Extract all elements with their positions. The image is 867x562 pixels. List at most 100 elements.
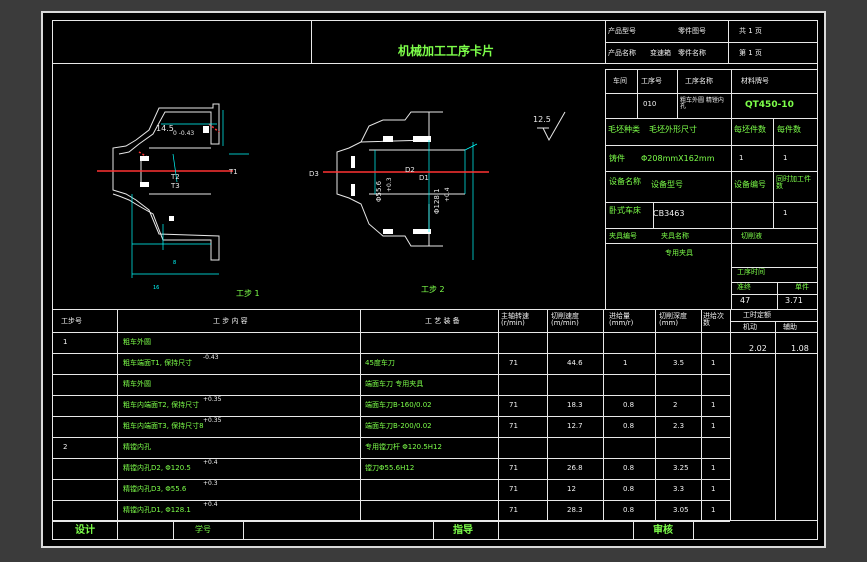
dim-14-5-tolerance: 0 -0.43 bbox=[173, 130, 194, 137]
step-tolerance: -0.43 bbox=[203, 354, 219, 361]
dim-55: Φ55.6 bbox=[375, 180, 383, 202]
dim-8: 8 bbox=[173, 260, 176, 266]
step-equipment: 端面车刀B-160/0.02 bbox=[365, 401, 432, 409]
step-speed: 18.3 bbox=[567, 401, 583, 409]
step-spindle: 71 bbox=[509, 506, 518, 514]
equip-model-value: CB3463 bbox=[653, 209, 685, 218]
unit-time-value: 3.71 bbox=[785, 296, 803, 305]
step-no: 1 bbox=[63, 338, 68, 346]
summary-aux-time: 1.08 bbox=[791, 344, 809, 353]
dim-14-5: 14.5 bbox=[156, 124, 174, 133]
step-equipment: 专用镗刀杆 Φ120.5H12 bbox=[365, 443, 442, 451]
step-content: 粗车端面T1, 保持尺寸 bbox=[123, 359, 193, 367]
blank-size-value: Φ208mmX162mm bbox=[641, 154, 715, 163]
equip-name-label: 设备名称 bbox=[609, 177, 641, 186]
label-t2: T2 bbox=[170, 173, 180, 181]
step-content: 精镗内孔D2, Φ120.5 bbox=[123, 464, 191, 472]
dim-128: Φ128.1 bbox=[433, 188, 441, 214]
fixture-name-value: 专用夹具 bbox=[665, 249, 693, 257]
time-label: 工序时间 bbox=[737, 268, 765, 276]
step-tolerance: +0.35 bbox=[203, 417, 222, 424]
blank-per-label: 每坯件数 bbox=[734, 125, 766, 134]
step-content: 粗车内端面T2, 保持尺寸 bbox=[123, 401, 200, 409]
blank-per-value: 1 bbox=[739, 154, 744, 162]
step2-label: 工步 2 bbox=[421, 285, 445, 294]
step-depth: 2 bbox=[673, 401, 678, 409]
op-name-label: 工序名称 bbox=[685, 77, 713, 85]
step-speed: 26.8 bbox=[567, 464, 583, 472]
blank-type-value: 铸件 bbox=[609, 154, 625, 163]
workshop-value: 010 bbox=[643, 100, 657, 108]
step-no: 2 bbox=[63, 443, 68, 451]
material-value: QT450-10 bbox=[745, 100, 794, 110]
page-number: 第 1 页 bbox=[739, 49, 762, 57]
step-passes: 1 bbox=[711, 485, 716, 493]
footer-guide: 指导 bbox=[453, 525, 473, 536]
simul-value: 1 bbox=[783, 209, 788, 217]
header-passes: 进给次数 bbox=[703, 312, 724, 327]
total-pages: 共 1 页 bbox=[739, 27, 762, 35]
step-equipment: 端面车刀 专用夹具 bbox=[365, 380, 424, 388]
step-tolerance: +0.4 bbox=[203, 459, 218, 466]
label-t1: T1 bbox=[228, 168, 238, 176]
op-no-label: 工序号 bbox=[641, 77, 662, 85]
material-label: 材料牌号 bbox=[741, 77, 769, 85]
blank-type-label: 毛坯种类 bbox=[608, 125, 640, 134]
step-passes: 1 bbox=[711, 506, 716, 514]
step-spindle: 71 bbox=[509, 464, 518, 472]
step-feed: 0.8 bbox=[623, 506, 635, 514]
step-content: 粗车内端面T3, 保持尺寸8 bbox=[123, 422, 204, 430]
part-name-label: 零件名称 bbox=[678, 49, 706, 57]
step-equipment: 端面车刀B-200/0.02 bbox=[365, 422, 432, 430]
product-name-value: 变速箱 bbox=[650, 49, 671, 57]
fixture-no-label: 夹具编号 bbox=[609, 232, 637, 240]
fixture-name-label: 夹具名称 bbox=[661, 232, 689, 240]
equip-model-label: 设备型号 bbox=[651, 180, 683, 189]
step-tolerance: +0.35 bbox=[203, 396, 222, 403]
part-drawing-label: 零件图号 bbox=[678, 27, 706, 35]
step-spindle: 71 bbox=[509, 401, 518, 409]
step-speed: 12 bbox=[567, 485, 576, 493]
step-speed: 12.7 bbox=[567, 422, 583, 430]
header-step-no: 工步号 bbox=[61, 317, 82, 325]
process-sketch: 14.5 0 -0.43 T1 T2 T3 16 8 工步 1 D3 D2 D1… bbox=[97, 103, 566, 298]
step-passes: 1 bbox=[711, 464, 716, 472]
step-speed: 28.3 bbox=[567, 506, 583, 514]
prep-label: 准终 bbox=[737, 283, 751, 291]
dim-128-tolerance: +0.4 bbox=[444, 187, 451, 202]
header-machine: 机动 bbox=[743, 323, 757, 331]
label-d2: D2 bbox=[405, 166, 415, 174]
step-feed: 0.8 bbox=[623, 401, 635, 409]
step-content: 精镗内孔D3, Φ55.6 bbox=[123, 485, 187, 493]
step-depth: 3.05 bbox=[673, 506, 689, 514]
header-depth: 切削深度 (mm) bbox=[659, 312, 687, 327]
step-spindle: 71 bbox=[509, 359, 518, 367]
header-feed: 进给量 (mm/r) bbox=[609, 312, 634, 327]
step-spindle: 71 bbox=[509, 422, 518, 430]
header-aux: 辅助 bbox=[783, 323, 797, 331]
header-equipment: 工 艺 装 备 bbox=[425, 317, 460, 325]
parts-per-value: 1 bbox=[783, 154, 788, 162]
step1-label: 工步 1 bbox=[236, 289, 260, 298]
roughness-value: 12.5 bbox=[533, 115, 551, 124]
step-feed: 1 bbox=[623, 359, 628, 367]
step-depth: 3.5 bbox=[673, 359, 685, 367]
step-feed: 0.8 bbox=[623, 422, 635, 430]
step-content: 精镗内孔D1, Φ128.1 bbox=[123, 506, 191, 514]
step-tolerance: +0.4 bbox=[203, 501, 218, 508]
unit-time-label: 单件 bbox=[795, 283, 809, 291]
header-step-content: 工 步 内 容 bbox=[213, 317, 248, 325]
simul-label: 同时加工件数 bbox=[776, 175, 811, 190]
footer-review: 审核 bbox=[653, 525, 673, 536]
step-content: 精车外圆 bbox=[123, 380, 151, 388]
step-equipment: 镗刀Φ55.6H12 bbox=[365, 464, 415, 472]
product-name-label: 产品名称 bbox=[608, 49, 636, 57]
footer-design: 设计 bbox=[75, 525, 95, 536]
label-d3: D3 bbox=[309, 170, 319, 178]
dim-16: 16 bbox=[153, 285, 159, 291]
label-t3: T3 bbox=[170, 182, 180, 190]
header-spindle: 主轴转速 (r/min) bbox=[501, 312, 529, 327]
process-card: 机械加工工序卡片 产品型号 产品名称 零件图号 零件名称 变速箱 共 1 页 第… bbox=[52, 20, 818, 540]
step-passes: 1 bbox=[711, 401, 716, 409]
parts-per-label: 每件数 bbox=[777, 125, 801, 134]
